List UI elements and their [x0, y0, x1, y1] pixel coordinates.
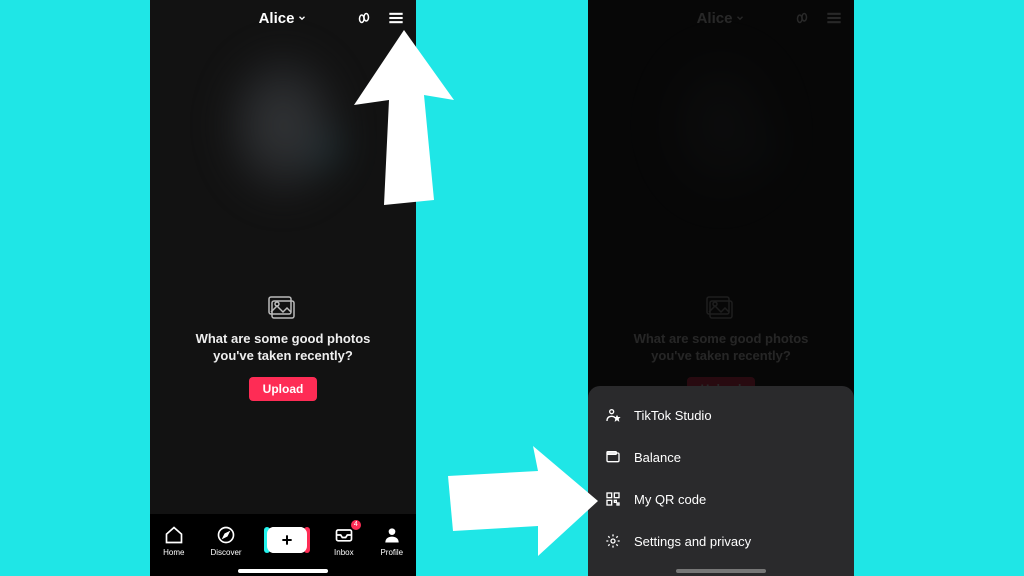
- sheet-item-label: TikTok Studio: [634, 408, 712, 423]
- home-indicator: [676, 569, 766, 573]
- home-indicator: [238, 569, 328, 573]
- home-icon: [163, 524, 185, 546]
- profile-icon: [381, 524, 403, 546]
- upload-prompt: What are some good photos you've taken r…: [150, 295, 416, 401]
- menu-sheet: TikTok Studio Balance My QR code Setting…: [588, 386, 854, 576]
- footprint-icon[interactable]: [354, 8, 374, 28]
- nav-home-label: Home: [163, 548, 184, 557]
- nav-profile-label: Profile: [380, 548, 403, 557]
- username-text: Alice: [259, 10, 295, 27]
- username-dropdown[interactable]: Alice: [259, 10, 308, 27]
- compass-icon: [215, 524, 237, 546]
- sheet-item-qr-code[interactable]: My QR code: [588, 478, 854, 520]
- photo-icon: [268, 295, 298, 321]
- annotation-arrow-right: [448, 446, 598, 556]
- hamburger-icon: [386, 8, 406, 28]
- chevron-down-icon: [297, 13, 307, 23]
- nav-home[interactable]: Home: [163, 524, 185, 557]
- sheet-item-balance[interactable]: Balance: [588, 436, 854, 478]
- sheet-item-tiktok-studio[interactable]: TikTok Studio: [588, 394, 854, 436]
- sheet-item-label: Settings and privacy: [634, 534, 751, 549]
- upload-button[interactable]: Upload: [249, 377, 318, 401]
- gear-icon: [604, 532, 622, 550]
- sheet-item-label: My QR code: [634, 492, 706, 507]
- inbox-badge: 4: [351, 520, 361, 530]
- plus-icon: [267, 527, 307, 553]
- nav-create[interactable]: [267, 527, 307, 553]
- inbox-icon: 4: [333, 524, 355, 546]
- menu-button[interactable]: [386, 8, 406, 28]
- nav-inbox[interactable]: 4 Inbox: [333, 524, 355, 557]
- qr-code-icon: [604, 490, 622, 508]
- sheet-item-settings-privacy[interactable]: Settings and privacy: [588, 520, 854, 562]
- nav-inbox-label: Inbox: [334, 548, 354, 557]
- sheet-item-label: Balance: [634, 450, 681, 465]
- bottom-nav: Home Discover 4 Inbox Profile: [150, 514, 416, 576]
- nav-profile[interactable]: Profile: [380, 524, 403, 557]
- nav-discover-label: Discover: [210, 548, 241, 557]
- person-star-icon: [604, 406, 622, 424]
- nav-discover[interactable]: Discover: [210, 524, 241, 557]
- phone-menu-sheet: Alice What are some good photos you've t…: [588, 0, 854, 576]
- wallet-icon: [604, 448, 622, 466]
- prompt-text: What are some good photos you've taken r…: [180, 331, 386, 365]
- annotation-arrow-up: [344, 30, 464, 210]
